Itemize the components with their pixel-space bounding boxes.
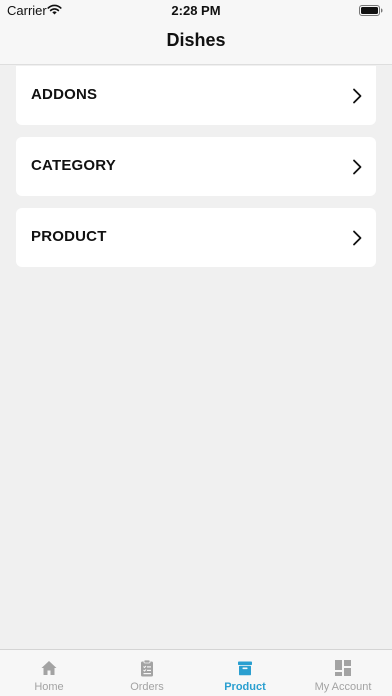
tab-label: Home (34, 681, 64, 693)
list-item-addons[interactable]: ADDONS (16, 66, 376, 125)
list-item-label: ADDONS (31, 86, 98, 103)
page-title: Dishes (166, 30, 226, 50)
home-icon (41, 661, 57, 675)
chevron-right-icon (353, 230, 362, 246)
tab-label: My Account (314, 681, 372, 693)
tab-my-account[interactable]: My Account (294, 650, 392, 696)
archive-box-icon (238, 661, 252, 676)
clock-time: 2:28 PM (171, 3, 221, 18)
chevron-right-icon (353, 159, 362, 175)
list-item-category[interactable]: CATEGORY (16, 137, 376, 196)
app-screen: Carrier 2:28 PM Dishes ADDONS CATEGORY P… (0, 0, 392, 696)
dishes-menu-list: ADDONS CATEGORY PRODUCT (16, 66, 376, 279)
clipboard-icon (141, 659, 153, 677)
battery-full-icon (359, 5, 383, 16)
list-item-label: PRODUCT (31, 228, 107, 245)
dashboard-icon (335, 660, 351, 676)
status-bar: Carrier 2:28 PM (0, 0, 392, 20)
tab-orders[interactable]: Orders (98, 650, 196, 696)
chevron-right-icon (353, 88, 362, 104)
tab-bar: Home Orders Product My Account (0, 649, 392, 696)
tab-label: Orders (130, 681, 164, 693)
list-item-label: CATEGORY (31, 157, 116, 174)
tab-home[interactable]: Home (0, 650, 98, 696)
tab-label: Product (224, 681, 266, 693)
list-item-product[interactable]: PRODUCT (16, 208, 376, 267)
tab-product[interactable]: Product (196, 650, 294, 696)
navigation-bar: Dishes (0, 20, 392, 65)
